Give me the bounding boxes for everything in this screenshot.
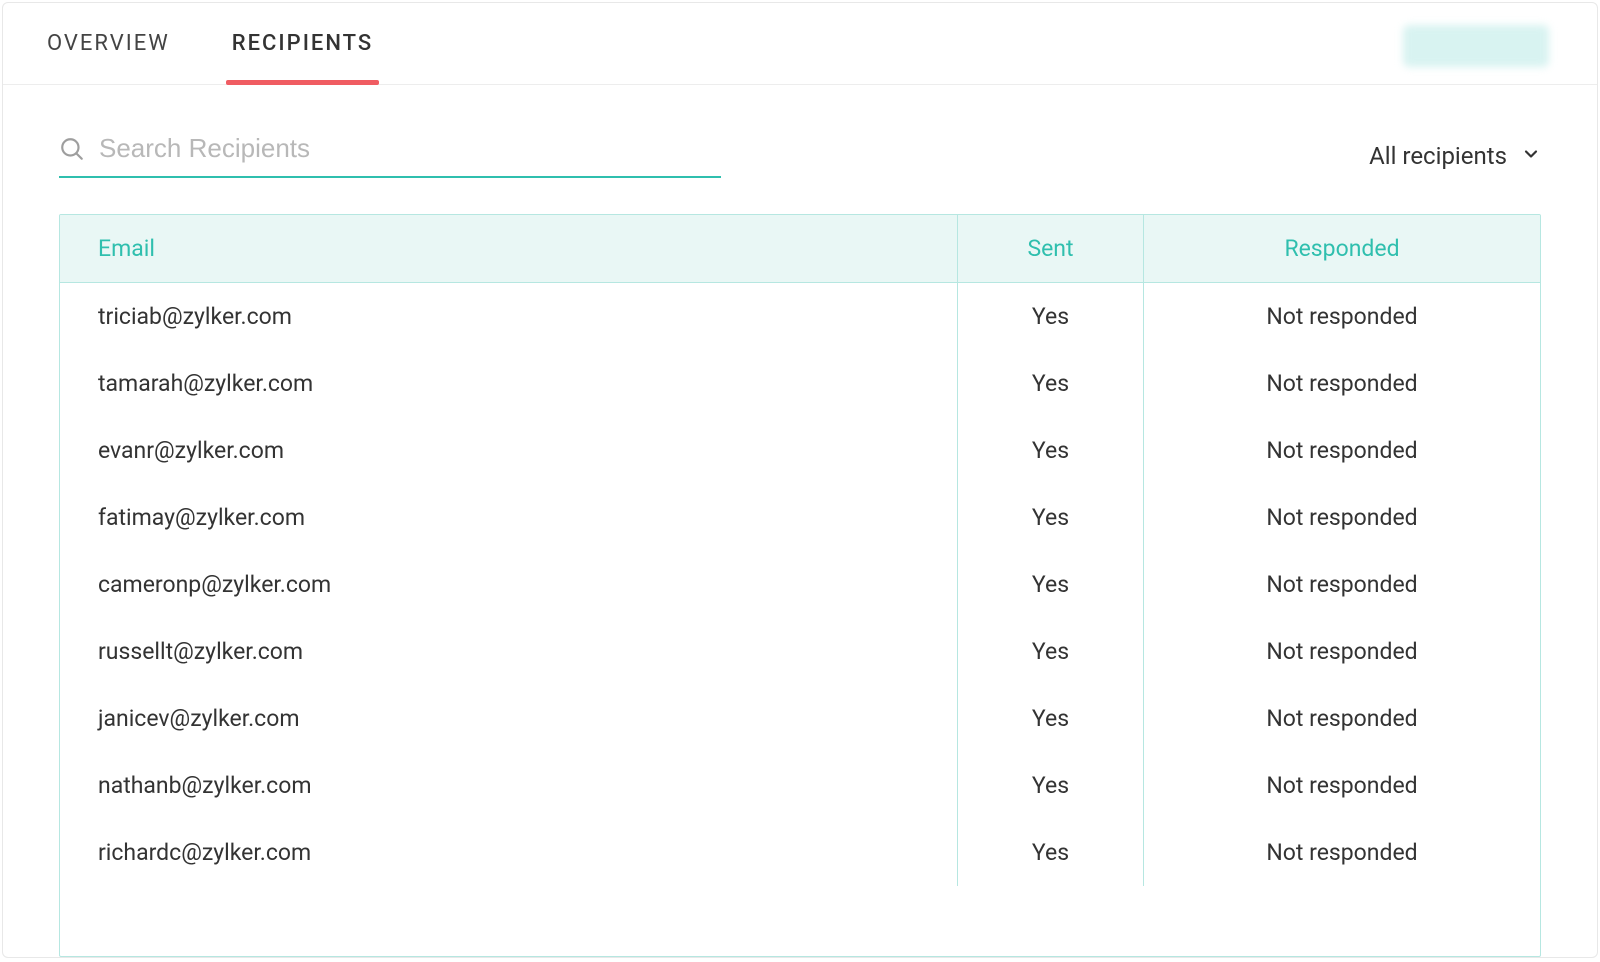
cell-email: fatimay@zylker.com [60, 484, 958, 551]
table-row[interactable]: fatimay@zylker.comYesNot responded [60, 484, 1540, 551]
filter-selected-label: All recipients [1369, 142, 1507, 170]
column-header-email[interactable]: Email [60, 215, 958, 282]
tab-overview[interactable]: OVERVIEW [43, 3, 174, 84]
cell-responded: Not responded [1144, 685, 1540, 752]
cell-email: richardc@zylker.com [60, 819, 958, 886]
cell-responded: Not responded [1144, 484, 1540, 551]
cell-email: nathanb@zylker.com [60, 752, 958, 819]
cell-sent: Yes [958, 551, 1144, 618]
cell-email: janicev@zylker.com [60, 685, 958, 752]
table-body: triciab@zylker.comYesNot respondedtamara… [60, 283, 1540, 956]
cell-responded: Not responded [1144, 752, 1540, 819]
table-row[interactable]: triciab@zylker.comYesNot responded [60, 283, 1540, 350]
table-row[interactable]: janicev@zylker.comYesNot responded [60, 685, 1540, 752]
cell-responded: Not responded [1144, 283, 1540, 350]
app-frame: OVERVIEW RECIPIENTS All recipients [2, 2, 1598, 958]
cell-sent: Yes [958, 484, 1144, 551]
cell-responded: Not responded [1144, 350, 1540, 417]
cell-sent: Yes [958, 752, 1144, 819]
table-row[interactable]: cameronp@zylker.comYesNot responded [60, 551, 1540, 618]
cell-responded: Not responded [1144, 618, 1540, 685]
cell-responded: Not responded [1144, 819, 1540, 886]
search-icon [59, 136, 85, 162]
search-input[interactable] [99, 133, 721, 164]
cell-email: tamarah@zylker.com [60, 350, 958, 417]
table-row[interactable]: tamarah@zylker.comYesNot responded [60, 350, 1540, 417]
table-row[interactable]: nathanb@zylker.comYesNot responded [60, 752, 1540, 819]
cell-email: evanr@zylker.com [60, 417, 958, 484]
tab-recipients[interactable]: RECIPIENTS [228, 3, 377, 84]
cell-sent: Yes [958, 819, 1144, 886]
table-header: Email Sent Responded [60, 215, 1540, 283]
cell-responded: Not responded [1144, 417, 1540, 484]
content-area: All recipients Email Sent Responded tric… [3, 85, 1597, 957]
cell-sent: Yes [958, 417, 1144, 484]
cell-sent: Yes [958, 685, 1144, 752]
cell-sent: Yes [958, 618, 1144, 685]
cell-email: cameronp@zylker.com [60, 551, 958, 618]
cell-email: russellt@zylker.com [60, 618, 958, 685]
search-field-wrap[interactable] [59, 133, 721, 178]
toolbar: All recipients [59, 133, 1541, 178]
cell-sent: Yes [958, 350, 1144, 417]
tab-bar: OVERVIEW RECIPIENTS [3, 3, 1597, 85]
filter-dropdown[interactable]: All recipients [1369, 142, 1541, 170]
table-row[interactable]: russellt@zylker.comYesNot responded [60, 618, 1540, 685]
primary-action-button[interactable] [1403, 25, 1549, 67]
column-header-responded[interactable]: Responded [1144, 215, 1540, 282]
table-row[interactable]: evanr@zylker.comYesNot responded [60, 417, 1540, 484]
cell-responded: Not responded [1144, 551, 1540, 618]
cell-email: triciab@zylker.com [60, 283, 958, 350]
column-header-sent[interactable]: Sent [958, 215, 1144, 282]
cell-sent: Yes [958, 283, 1144, 350]
chevron-down-icon [1521, 142, 1541, 170]
table-row[interactable]: richardc@zylker.comYesNot responded [60, 819, 1540, 886]
recipients-table: Email Sent Responded triciab@zylker.comY… [59, 214, 1541, 957]
